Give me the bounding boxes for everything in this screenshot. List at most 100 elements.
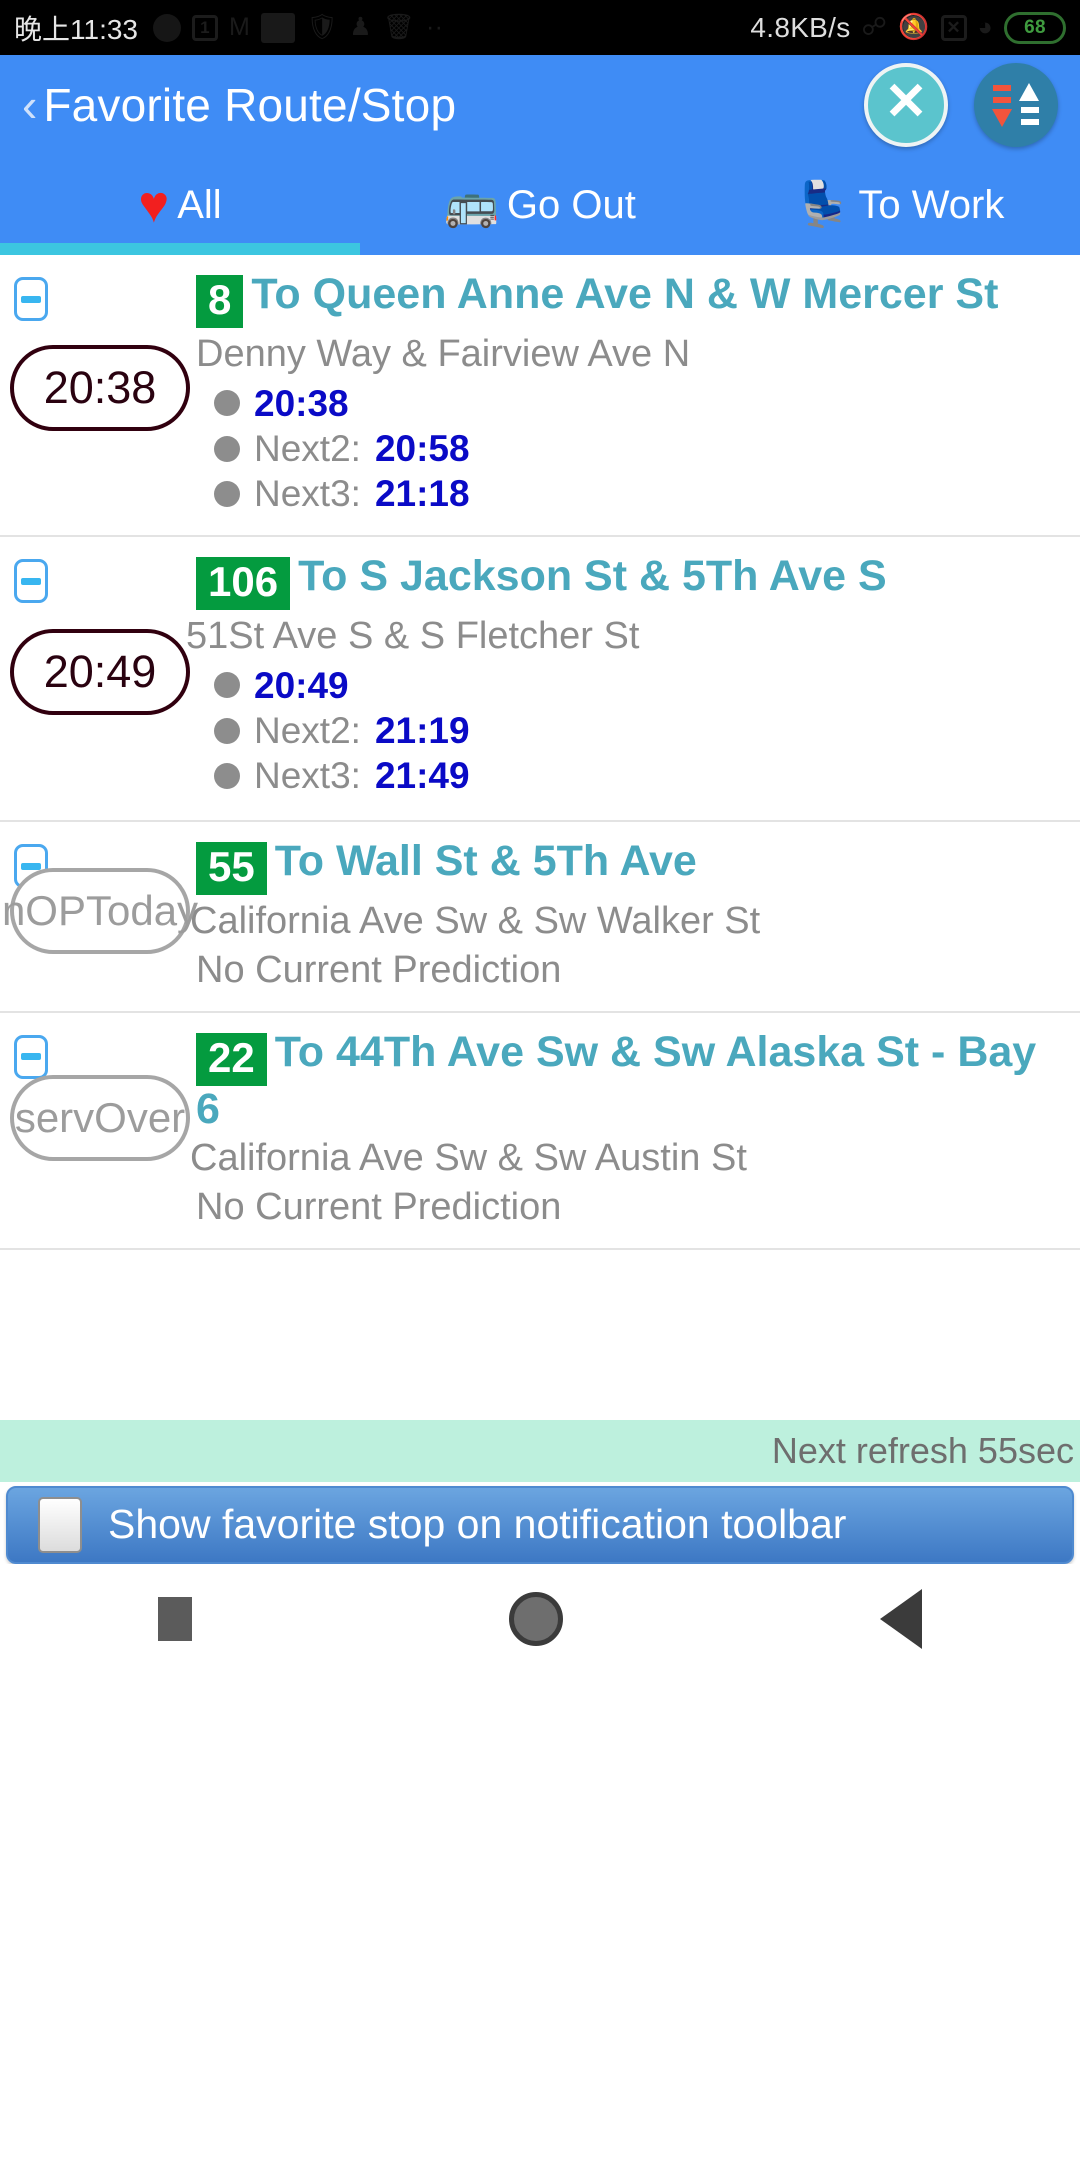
battery-icon: 68 <box>1004 11 1066 44</box>
office-desk-icon: 💺 <box>795 180 851 229</box>
collapse-minus-icon[interactable] <box>14 559 48 603</box>
moon-icon <box>153 13 181 42</box>
prediction-row: Next2: 21:19 <box>196 708 1068 753</box>
route-badge: 8 <box>196 275 244 329</box>
sim-x-icon: ✕ <box>940 14 967 41</box>
bullet-icon <box>214 435 240 462</box>
table-row[interactable]: nOPToday 55 To Wall St & 5Th Ave Californ… <box>0 822 1080 1013</box>
tab-go-out[interactable]: 🚌 Go Out <box>360 155 720 255</box>
arrival-pill: nOPToday <box>2 868 198 954</box>
route-badge: 106 <box>196 557 291 611</box>
route-headline: 8 To Queen Anne Ave N & W Mercer St <box>196 270 1068 329</box>
bullet-icon <box>214 480 240 507</box>
table-row[interactable]: servOver 22 To 44Th Ave Sw & Sw Alaska St… <box>0 1013 1080 1250</box>
row-content: 55 To Wall St & 5Th Ave California Ave Sw… <box>190 837 1080 993</box>
table-row[interactable]: 20:49 106 To S Jackson St & 5Th Ave S 51S… <box>0 537 1080 822</box>
favorite-list: 20:38 8 To Queen Anne Ave N & W Mercer St… <box>0 255 1080 1250</box>
prediction-time: 20:38 <box>254 382 349 424</box>
no-prediction-label: No Current Prediction <box>196 1185 562 1228</box>
tab-all-label: All <box>177 182 222 227</box>
home-circle-icon[interactable] <box>508 1591 563 1646</box>
row-content: 8 To Queen Anne Ave N & W Mercer St Denny… <box>196 271 1080 516</box>
destination-label: To Wall St & 5Th Ave <box>274 837 697 885</box>
row-content: 106 To S Jackson St & 5Th Ave S 51St Ave … <box>186 552 1080 798</box>
notification-toggle-label: Show favorite stop on notification toolb… <box>108 1501 847 1547</box>
route-headline: 22 To 44Th Ave Sw & Sw Alaska St - Bay 6 <box>196 1029 1068 1132</box>
gmail-icon: M <box>229 13 251 41</box>
sort-up-down-icon <box>992 83 1039 127</box>
row-content: 22 To 44Th Ave Sw & Sw Alaska St - Bay 6 … <box>190 1029 1080 1230</box>
route-headline: 55 To Wall St & 5Th Ave <box>196 837 1068 896</box>
prediction-time: 21:49 <box>374 755 470 797</box>
tag-icon <box>261 12 296 43</box>
android-status-bar: 晚上11:33 1 M 🛡 ♟ 🗑 ·· 4.8KB/s ☍ 🔕 ✕ ◕ 68 <box>0 0 1080 55</box>
stop-name: Denny Way & Fairview Ave N <box>196 333 691 376</box>
bullet-icon <box>214 717 240 744</box>
route-headline: 106 To S Jackson St & 5Th Ave S <box>196 552 1068 611</box>
trash-icon: 🗑 <box>382 13 415 41</box>
close-button[interactable]: ✕ <box>864 63 948 147</box>
collapse-minus-icon[interactable] <box>14 1034 48 1079</box>
prediction-row: 20:38 <box>196 381 1068 426</box>
app-bar-actions: ✕ <box>864 55 1058 155</box>
status-clock: 晚上11:33 <box>14 13 138 45</box>
tab-bar: ♥ All 🚌 Go Out 💺 To Work <box>0 155 1080 255</box>
prediction-time: 21:19 <box>374 710 470 752</box>
prediction-time: 21:18 <box>374 473 470 515</box>
tab-all[interactable]: ♥ All <box>0 155 360 255</box>
back-icon[interactable]: ‹ <box>22 82 37 128</box>
collapse-minus-icon[interactable] <box>14 277 48 321</box>
page-title: Favorite Route/Stop <box>43 79 457 131</box>
tab-active-indicator <box>0 243 360 255</box>
stop-name: 51St Ave S & S Fletcher St <box>186 615 640 658</box>
bus-icon: 🚌 <box>444 180 499 229</box>
more-icon: ·· <box>425 13 444 41</box>
bluetooth-icon: ☍ <box>861 13 888 41</box>
key-icon: ♟ <box>349 13 372 41</box>
prediction-label: Next3: <box>254 473 361 515</box>
prediction-list: 20:38 Next2: 20:58 Next3: 21:18 <box>196 381 1068 516</box>
prediction-label: Next2: <box>254 428 361 470</box>
stop-name: California Ave Sw & Sw Austin St <box>190 1136 747 1179</box>
network-speed: 4.8KB/s <box>750 11 851 43</box>
route-badge: 22 <box>196 1032 267 1086</box>
sort-button[interactable] <box>974 63 1058 147</box>
notification-checkbox[interactable] <box>38 1496 82 1553</box>
prediction-label: Next2: <box>254 710 361 752</box>
back-triangle-icon[interactable] <box>879 1588 922 1649</box>
app-bar: ‹ Favorite Route/Stop ✕ <box>0 55 1080 155</box>
empty-space <box>0 1249 1080 1420</box>
arrival-pill: 20:38 <box>10 345 190 431</box>
silent-bell-icon: 🔕 <box>898 13 930 41</box>
prediction-row: Next3: 21:49 <box>196 753 1068 798</box>
calendar-icon: 1 <box>192 14 218 41</box>
bullet-icon <box>214 390 240 417</box>
tab-go-out-label: Go Out <box>506 182 636 227</box>
heart-icon: ♥ <box>138 176 170 234</box>
no-prediction-label: No Current Prediction <box>196 948 562 991</box>
table-row[interactable]: 20:38 8 To Queen Anne Ave N & W Mercer St… <box>0 255 1080 537</box>
tab-to-work-label: To Work <box>858 182 1005 227</box>
bullet-icon <box>214 762 240 789</box>
destination-label: To Queen Anne Ave N & W Mercer St <box>251 270 999 318</box>
wifi-icon: ◕ <box>977 13 993 41</box>
android-nav-bar <box>0 1563 1080 1674</box>
stop-name: California Ave Sw & Sw Walker St <box>190 900 761 943</box>
prediction-time: 20:49 <box>254 664 349 706</box>
shield-icon: 🛡 <box>306 13 339 41</box>
recents-square-icon[interactable] <box>158 1596 193 1641</box>
prediction-row: Next3: 21:18 <box>196 471 1068 516</box>
arrival-pill: 20:49 <box>10 629 190 715</box>
tab-to-work[interactable]: 💺 To Work <box>720 155 1080 255</box>
arrival-pill: servOver <box>10 1074 190 1161</box>
route-badge: 55 <box>196 842 267 896</box>
prediction-time: 20:58 <box>374 428 470 470</box>
notification-toolbar-toggle[interactable]: Show favorite stop on notification toolb… <box>6 1485 1074 1564</box>
bullet-icon <box>214 672 240 699</box>
destination-label: To S Jackson St & 5Th Ave S <box>298 552 887 600</box>
refresh-status-bar: Next refresh 55sec <box>0 1419 1080 1482</box>
prediction-label: Next3: <box>254 755 361 797</box>
refresh-countdown: Next refresh 55sec <box>771 1429 1074 1471</box>
prediction-row: 20:49 <box>196 663 1068 708</box>
destination-label: To 44Th Ave Sw & Sw Alaska St - Bay 6 <box>196 1027 1037 1133</box>
